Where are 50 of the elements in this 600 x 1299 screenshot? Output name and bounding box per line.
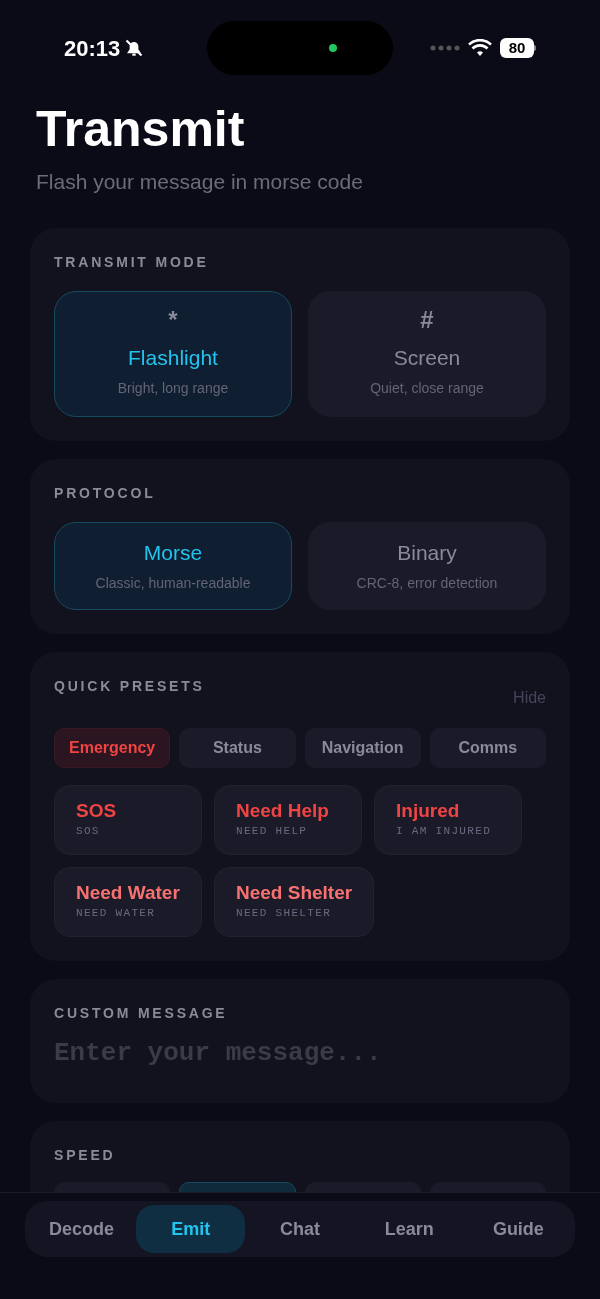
mode-title: Flashlight: [128, 345, 218, 372]
category-tab[interactable]: Navigation: [304, 727, 421, 768]
mode-caption: Bright, long range: [117, 378, 229, 398]
bell-muted-icon: [124, 38, 145, 58]
section-label: TRANSMIT MODE: [54, 252, 210, 272]
section-label: SPEED: [54, 1145, 117, 1165]
mode-title: Screen: [393, 345, 461, 372]
protocol-title: Binary: [397, 540, 457, 567]
preset-title: Injured: [396, 799, 460, 824]
preset-code: I AM INJURED: [396, 824, 492, 840]
category-tab[interactable]: Emergency: [54, 727, 171, 768]
mode-caption: Quiet, close range: [370, 378, 484, 398]
category-tab[interactable]: Comms: [429, 727, 546, 768]
mode-symbol: #: [420, 308, 434, 333]
tab[interactable]: Guide: [463, 1205, 573, 1253]
preset-title: Need Help: [236, 799, 329, 824]
section-label: PROTOCOL: [54, 483, 157, 503]
page-title: Transmit: [36, 104, 246, 154]
signal-icon: [430, 45, 460, 51]
preset-button[interactable]: Need Help NEED HELP: [214, 784, 362, 855]
preset-code: NEED WATER: [76, 906, 156, 922]
wifi-icon: [468, 39, 492, 57]
tab[interactable]: Emit: [136, 1205, 246, 1253]
clock: 20:13: [64, 34, 121, 63]
preset-code: NEED SHELTER: [236, 906, 332, 922]
protocol-title: Morse: [143, 540, 203, 567]
battery-icon: 80: [500, 38, 536, 58]
preset-title: Need Shelter: [236, 881, 353, 906]
preset-code: NEED HELP: [236, 824, 308, 840]
mode-symbol: *: [168, 308, 178, 333]
preset-button[interactable]: Need Shelter NEED SHELTER: [214, 866, 375, 937]
section-label: QUICK PRESETS: [54, 676, 205, 696]
preset-button[interactable]: SOS SOS: [54, 784, 202, 855]
tab[interactable]: Learn: [354, 1205, 464, 1253]
protocol-option[interactable]: Binary CRC-8, error detection: [308, 521, 546, 610]
preset-button[interactable]: Injured I AM INJURED: [374, 784, 522, 855]
mode-option[interactable]: # Screen Quiet, close range: [308, 290, 546, 417]
page-subtitle: Flash your message in morse code: [36, 169, 364, 195]
protocol-caption: Classic, human-readable: [95, 573, 251, 593]
preset-code: SOS: [76, 824, 100, 840]
protocol-caption: CRC-8, error detection: [356, 573, 498, 593]
preset-button[interactable]: Need Water NEED WATER: [54, 866, 202, 937]
preset-title: Need Water: [76, 881, 180, 906]
section-label: CUSTOM MESSAGE: [54, 1003, 229, 1023]
mode-option[interactable]: * Flashlight Bright, long range: [54, 290, 292, 417]
tab[interactable]: Chat: [245, 1205, 355, 1253]
tab[interactable]: Decode: [27, 1205, 137, 1253]
category-tab[interactable]: Status: [179, 727, 296, 768]
protocol-option[interactable]: Morse Classic, human-readable: [54, 521, 292, 610]
preset-title: SOS: [76, 799, 117, 824]
